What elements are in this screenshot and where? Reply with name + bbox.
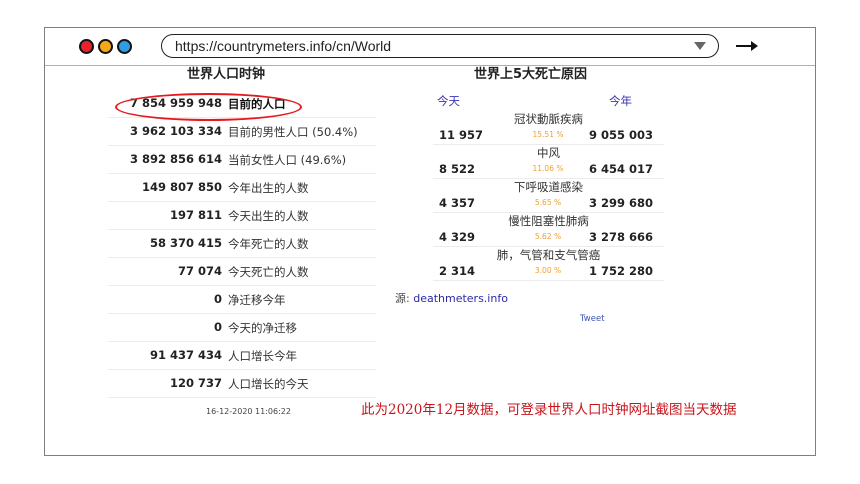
population-row: 58 370 415 今年死亡的人数 <box>108 230 376 258</box>
population-row: 0 净迁移今年 <box>108 286 376 314</box>
population-label: 当前女性人口 (49.6%) <box>228 153 347 167</box>
population-row: 3 962 103 334 目前的男性人口 (50.4%) <box>108 118 376 146</box>
deaths-today: 2 314 <box>439 264 476 278</box>
deaths-year: 1 752 280 <box>589 264 654 278</box>
column-header-year: 今年 <box>609 94 632 108</box>
highlight-ellipse <box>115 93 302 121</box>
population-label: 今天死亡的人数 <box>228 265 309 279</box>
death-cause-row: 中风 8 522 11.06 % 6 454 017 <box>433 145 664 179</box>
population-value: 120 737 <box>169 376 222 390</box>
population-row: 77 074 今天死亡的人数 <box>108 258 376 286</box>
population-value: 91 437 434 <box>149 348 222 362</box>
deaths-today: 4 329 <box>439 230 476 244</box>
close-window-icon[interactable] <box>79 39 94 54</box>
population-row: 91 437 434 人口增长今年 <box>108 342 376 370</box>
death-cause-name: 肺，气管和支气管癌 <box>496 248 601 262</box>
column-header-today: 今天 <box>437 94 460 108</box>
population-label: 目前的男性人口 (50.4%) <box>228 125 358 139</box>
death-cause-name: 下呼吸道感染 <box>514 180 583 194</box>
population-value: 197 811 <box>169 208 222 222</box>
population-label: 今年死亡的人数 <box>228 237 309 251</box>
browser-toolbar: https://countrymeters.info/cn/World <box>45 28 815 66</box>
population-label: 今年出生的人数 <box>228 181 309 195</box>
death-cause-row: 肺，气管和支气管癌 2 314 3.00 % 1 752 280 <box>433 247 664 281</box>
deaths-today: 8 522 <box>439 162 476 176</box>
death-causes-title: 世界上5大死亡原因 <box>474 67 588 82</box>
population-row: 0 今天的净迁移 <box>108 314 376 342</box>
population-value: 77 074 <box>177 264 222 278</box>
population-clock-title: 世界人口时钟 <box>187 67 266 82</box>
maximize-window-icon[interactable] <box>117 39 132 54</box>
death-cause-row: 下呼吸道感染 4 357 5.65 % 3 299 680 <box>433 179 664 213</box>
deaths-year: 3 278 666 <box>589 230 654 244</box>
deaths-year: 9 055 003 <box>589 128 654 142</box>
source-prefix: 源: <box>395 292 410 305</box>
population-row: 197 811 今天出生的人数 <box>108 202 376 230</box>
population-row: 120 737 人口增长的今天 <box>108 370 376 398</box>
source-link[interactable]: deathmeters.info <box>413 292 508 305</box>
population-value: 3 962 103 334 <box>129 124 222 138</box>
population-label: 人口增长的今天 <box>228 377 309 391</box>
population-label: 人口增长今年 <box>228 349 297 363</box>
population-clock-table: 7 854 959 948 目前的人口 3 962 103 334 目前的男性人口 (… <box>108 90 376 398</box>
deaths-year: 6 454 017 <box>589 162 654 176</box>
go-arrow-icon[interactable] <box>735 37 759 55</box>
deaths-today: 11 957 <box>439 128 484 142</box>
source-line: 源: deathmeters.info <box>395 290 508 306</box>
death-percent: 15.51 % <box>532 130 564 139</box>
population-value: 0 <box>213 320 222 334</box>
annotation-note: 此为2020年12月数据，可登录世界人口时钟网址截图当天数据 <box>361 402 737 418</box>
death-cause-name: 中风 <box>537 146 560 160</box>
timestamp: 16-12-2020 11:06:22 <box>206 407 291 416</box>
address-bar[interactable]: https://countrymeters.info/cn/World <box>161 34 719 58</box>
population-label: 今天的净迁移 <box>228 321 297 335</box>
death-percent: 5.65 % <box>534 198 562 207</box>
population-label: 净迁移今年 <box>228 293 286 307</box>
death-cause-name: 慢性阻塞性肺病 <box>508 214 589 228</box>
url-text[interactable]: https://countrymeters.info/cn/World <box>175 38 391 54</box>
death-cause-row: 冠状動脈疾病 11 957 15.51 % 9 055 003 <box>433 111 664 145</box>
death-percent: 5.62 % <box>534 232 562 241</box>
death-cause-row: 慢性阻塞性肺病 4 329 5.62 % 3 278 666 <box>433 213 664 247</box>
deaths-year: 3 299 680 <box>589 196 654 210</box>
population-row: 3 892 856 614 当前女性人口 (49.6%) <box>108 146 376 174</box>
death-cause-name: 冠状動脈疾病 <box>514 112 583 126</box>
death-percent: 11.06 % <box>532 164 564 173</box>
population-value: 3 892 856 614 <box>129 152 222 166</box>
population-value: 149 807 850 <box>141 180 222 194</box>
deaths-today: 4 357 <box>439 196 476 210</box>
death-percent: 3.00 % <box>534 266 562 275</box>
population-value: 0 <box>213 292 222 306</box>
tweet-button[interactable]: Tweet <box>580 314 605 324</box>
population-label: 今天出生的人数 <box>228 209 309 223</box>
population-value: 58 370 415 <box>149 236 222 250</box>
population-row: 149 807 850 今年出生的人数 <box>108 174 376 202</box>
chevron-down-icon[interactable] <box>694 42 706 50</box>
minimize-window-icon[interactable] <box>98 39 113 54</box>
